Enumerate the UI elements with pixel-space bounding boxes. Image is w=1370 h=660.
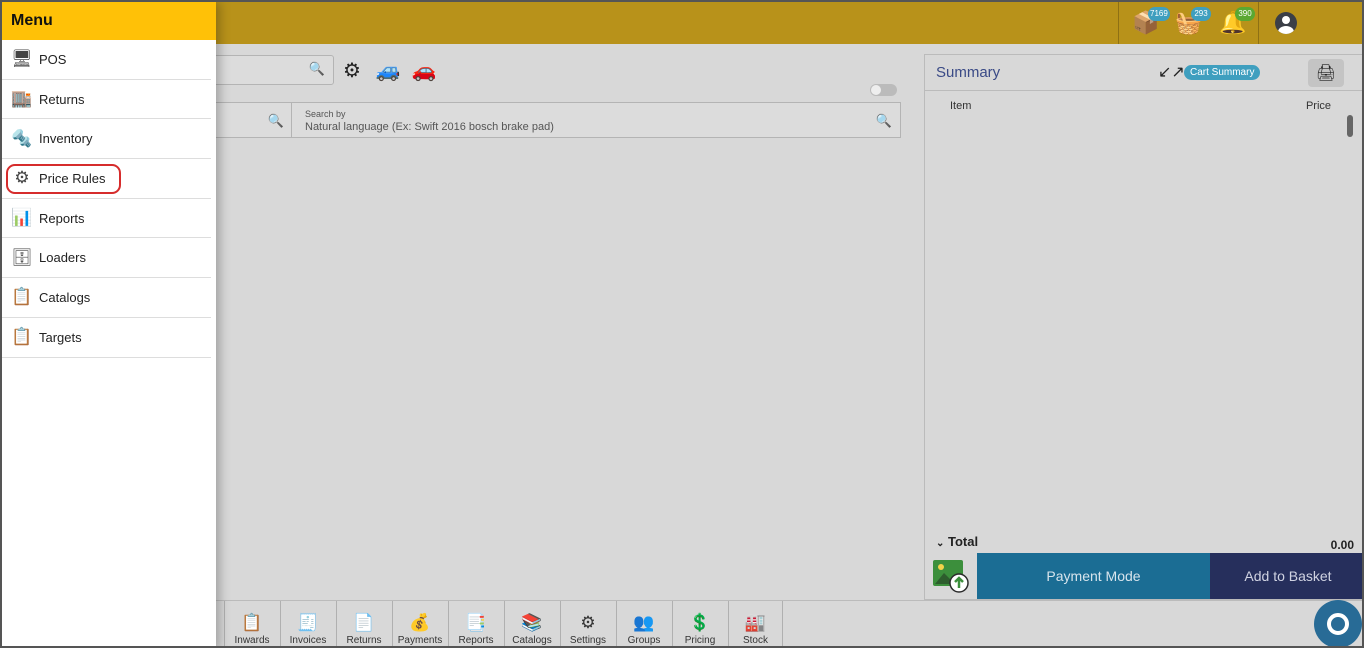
app-frame: 📦 7169 🧺 293 🔔 390 🔍 ⚙ 🚙 🚗 🔍 Search by N… xyxy=(0,0,1364,648)
summary-divider xyxy=(925,90,1362,91)
bottom-nav-label: Stock xyxy=(742,635,768,646)
bottom-nav-label: Catalogs xyxy=(512,635,552,646)
natural-language-search-input[interactable]: Search by Natural language (Ex: Swift 20… xyxy=(291,102,901,138)
menu-item-label: Catalogs xyxy=(39,289,91,305)
search-icon[interactable]: 🔍 xyxy=(876,113,892,129)
returns-box-icon: 🏬 xyxy=(11,89,33,109)
chat-bubble-icon xyxy=(1327,613,1349,635)
bottom-nav-inwards[interactable]: 📋 Inwards xyxy=(224,601,279,646)
service-garage-icon[interactable]: 🚙 xyxy=(374,57,402,83)
settings-gear-icon: ⚙ xyxy=(580,613,596,632)
bottom-nav-stock[interactable]: 🏭 Stock xyxy=(728,601,783,646)
summary-panel: Summary ↙↗ Cart Summary 🖨 Item Price ⌄ T… xyxy=(924,54,1362,600)
car-glyph: 🚗 xyxy=(411,59,437,82)
menu-item-label: Reports xyxy=(39,210,85,226)
item-column-header: Item xyxy=(950,100,972,112)
total-row: ⌄ Total 0.00 xyxy=(925,533,1362,553)
bottom-nav-label: Reports xyxy=(458,635,494,646)
pricing-tag-icon: 💲 xyxy=(689,613,711,632)
bottom-nav-pricing[interactable]: 💲 Pricing xyxy=(672,601,727,646)
menu-item-targets[interactable]: 📋 Targets xyxy=(2,318,211,358)
catalogs-book-icon: 📚 xyxy=(521,613,543,632)
menu-title: Menu xyxy=(2,2,216,40)
reports-doc-icon: 📑 xyxy=(465,613,487,632)
collapse-arrows-icon[interactable]: ↙↗ xyxy=(1158,62,1185,82)
bottom-nav-reports[interactable]: 📑 Reports xyxy=(448,601,503,646)
assistant-chat-button[interactable] xyxy=(1314,600,1362,646)
reports-chart-icon: 📊 xyxy=(11,208,33,228)
invoices-doc-icon: 🧾 xyxy=(297,613,319,632)
car-icon[interactable]: 🚗 xyxy=(410,57,438,83)
bottom-nav-label: Pricing xyxy=(684,635,716,646)
bottom-nav-payments[interactable]: 💰 Payments xyxy=(392,601,447,646)
add-to-basket-button[interactable]: Add to Basket xyxy=(1210,553,1362,599)
search-by-label: Search by xyxy=(305,109,346,119)
highlight-annotation xyxy=(6,164,121,195)
payment-mode-button[interactable]: Payment Mode xyxy=(977,553,1210,599)
bottom-nav-label: Settings xyxy=(569,635,607,646)
service-garage-glyph: 🚙 xyxy=(375,59,401,82)
pos-terminal-icon: 🖥 xyxy=(11,49,33,69)
menu-item-label: Loaders xyxy=(39,250,86,266)
returns-doc-icon: 📄 xyxy=(353,613,375,632)
menu-item-loaders[interactable]: 🗄 Loaders xyxy=(2,238,211,279)
notification-count-badge: 390 xyxy=(1235,7,1255,21)
bell-icon[interactable]: 🔔 390 xyxy=(1206,2,1260,44)
stock-warehouse-icon: 🏭 xyxy=(744,613,767,632)
price-column-header: Price xyxy=(1305,100,1331,112)
menu-drawer: Menu 🖥 POS 🏬 Returns 🔩 Inventory ⚙ Price… xyxy=(2,2,216,646)
inventory-parts-icon: 🔩 xyxy=(11,128,33,148)
bottom-nav-returns[interactable]: 📄 Returns xyxy=(336,601,391,646)
image-upload-icon xyxy=(933,560,969,593)
brake-disc-icon[interactable]: ⚙ xyxy=(338,57,366,83)
bottom-nav-settings[interactable]: ⚙ Settings xyxy=(560,601,615,646)
payments-hand-icon: 💰 xyxy=(409,613,431,632)
total-label-text: Total xyxy=(948,534,979,549)
printer-icon: 🖨 xyxy=(1315,65,1337,82)
menu-item-returns[interactable]: 🏬 Returns xyxy=(2,80,211,120)
user-avatar-icon xyxy=(1275,12,1297,34)
menu-item-catalogs[interactable]: 📋 Catalogs xyxy=(2,278,211,318)
targets-book-icon: 📋 xyxy=(11,327,33,347)
search-icon[interactable]: 🔍 xyxy=(268,113,284,129)
menu-item-label: Returns xyxy=(39,91,85,107)
menu-item-reports[interactable]: 📊 Reports xyxy=(2,199,211,239)
bottom-nav-catalogs[interactable]: 📚 Catalogs xyxy=(504,601,559,646)
chevron-down-icon: ⌄ xyxy=(936,538,945,549)
print-button[interactable]: 🖨 xyxy=(1308,59,1344,87)
search-icon[interactable]: 🔍 xyxy=(309,61,325,77)
bottom-nav-label: Returns xyxy=(346,635,382,646)
search-mode-toggle[interactable] xyxy=(870,84,897,96)
search-placeholder: Natural language (Ex: Swift 2016 bosch b… xyxy=(305,121,554,133)
total-label[interactable]: ⌄ Total xyxy=(936,534,978,549)
bottom-nav-label: Inwards xyxy=(234,635,270,646)
menu-item-label: Inventory xyxy=(39,131,93,147)
groups-people-icon: 👥 xyxy=(633,613,655,632)
menu-item-label: Targets xyxy=(39,329,82,345)
part-number-search-input[interactable]: 🔍 xyxy=(202,55,334,85)
bottom-nav-invoices[interactable]: 🧾 Invoices xyxy=(280,601,335,646)
bottom-nav-label: Payments xyxy=(397,635,443,646)
summary-title: Summary xyxy=(936,64,1001,81)
catalog-book-icon: 📋 xyxy=(11,287,33,307)
brake-disc-glyph: ⚙ xyxy=(343,59,361,82)
bottom-nav-groups[interactable]: 👥 Groups xyxy=(616,601,671,646)
menu-item-label: POS xyxy=(39,51,67,67)
loaders-database-icon: 🗄 xyxy=(11,247,33,267)
menu-item-inventory[interactable]: 🔩 Inventory xyxy=(2,119,211,160)
inwards-clipboard-icon: 📋 xyxy=(241,613,263,632)
summary-scrollbar[interactable] xyxy=(1347,115,1353,137)
menu-item-price-rules[interactable]: ⚙ Price Rules xyxy=(2,159,211,199)
menu-item-pos[interactable]: 🖥 POS xyxy=(2,40,211,80)
avatar[interactable] xyxy=(1258,2,1313,44)
image-upload-button[interactable] xyxy=(925,553,977,599)
cart-summary-badge[interactable]: Cart Summary xyxy=(1184,65,1261,80)
bottom-nav-label: Invoices xyxy=(289,635,327,646)
total-value: 0.00 xyxy=(1330,538,1354,552)
bottom-nav-label: Groups xyxy=(627,635,661,646)
